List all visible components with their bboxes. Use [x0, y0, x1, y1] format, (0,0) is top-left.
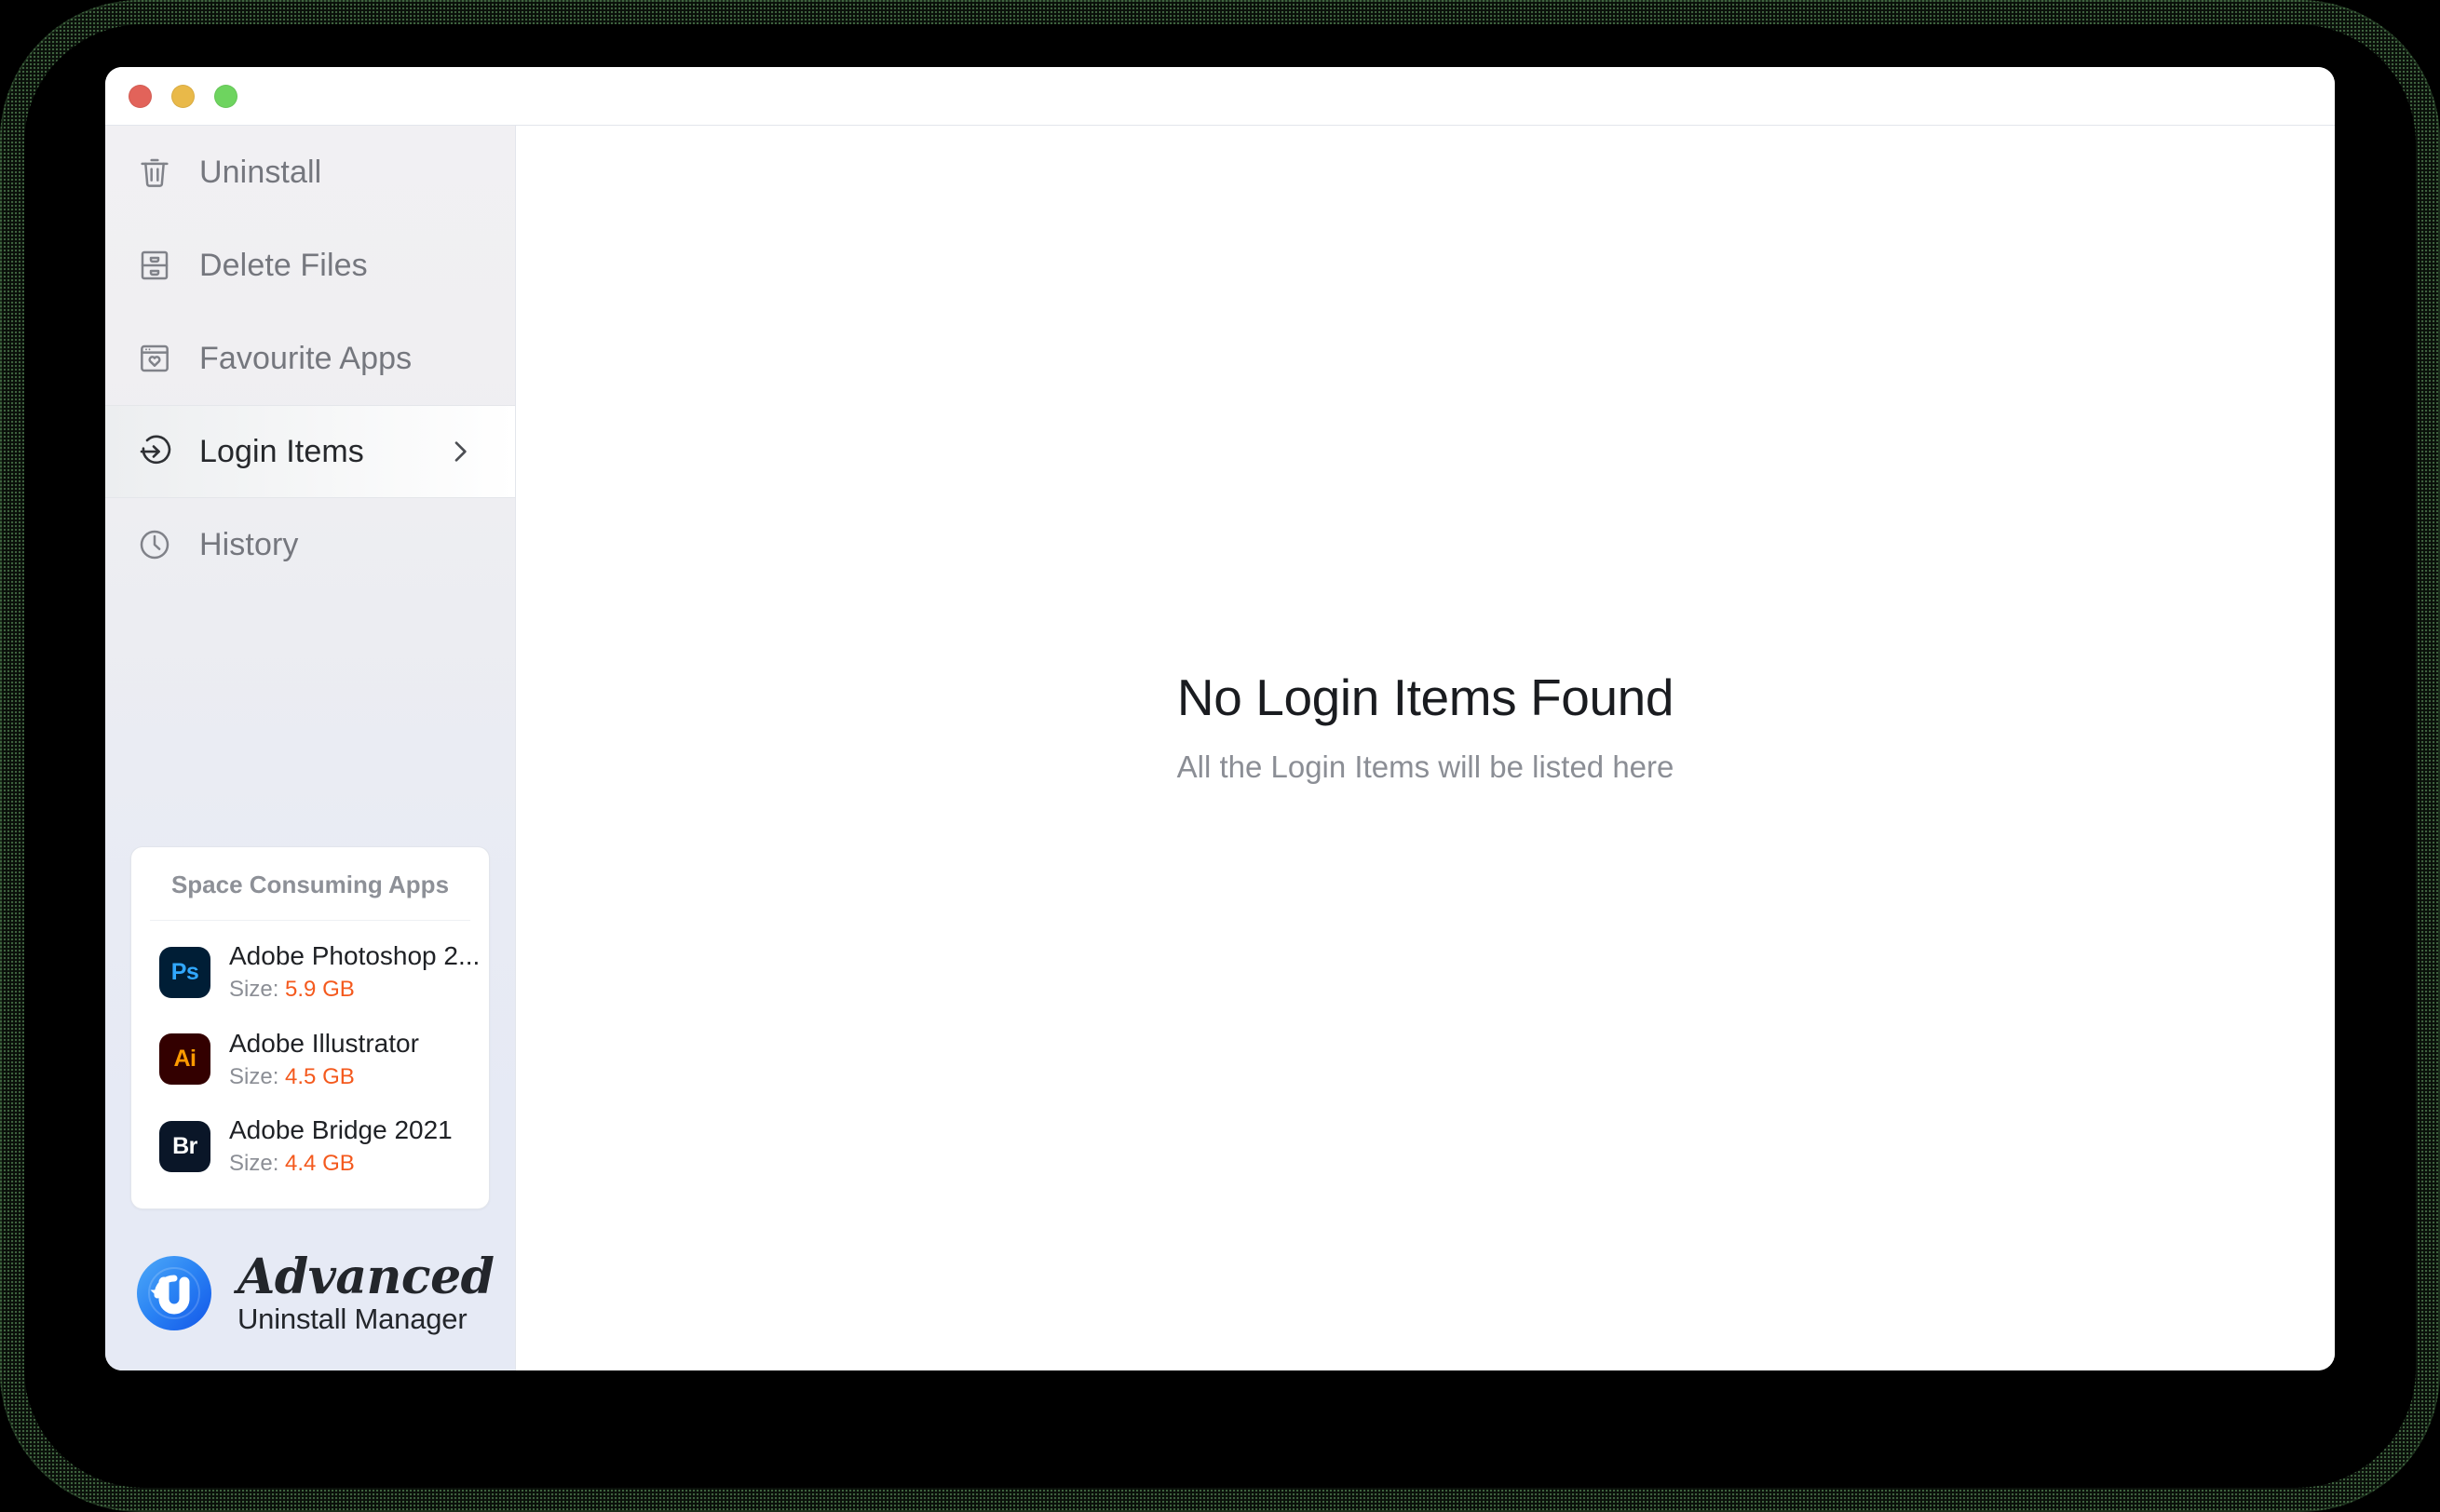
minimize-window-button[interactable]	[171, 84, 195, 108]
sidebar-item-favourite-apps[interactable]: Favourite Apps	[105, 312, 515, 405]
zoom-window-button[interactable]	[214, 84, 237, 108]
brand-subtitle: Uninstall Manager	[237, 1302, 468, 1335]
size-value: 4.4 GB	[285, 1151, 355, 1177]
app-size: Size: 4.5 GB	[229, 1064, 419, 1091]
photoshop-icon: Ps	[159, 946, 210, 998]
sidebar-item-label: Login Items	[199, 433, 364, 469]
main-content: No Login Items Found All the Login Items…	[516, 126, 2335, 1370]
app-size: Size: 4.4 GB	[229, 1151, 453, 1178]
size-label: Size:	[229, 977, 279, 1003]
sidebar-item-label: Delete Files	[199, 247, 368, 283]
app-name: Adobe Illustrator	[229, 1028, 419, 1058]
chevron-right-icon	[445, 437, 475, 466]
app-window: Uninstall Delete Files Favourite Apps Lo…	[105, 67, 2335, 1370]
sidebar-item-history[interactable]: History	[105, 498, 515, 591]
size-value: 4.5 GB	[285, 1063, 355, 1089]
sign-in-icon	[130, 427, 179, 476]
sidebar-item-delete-files[interactable]: Delete Files	[105, 219, 515, 312]
app-size: Size: 5.9 GB	[229, 977, 480, 1004]
illustrator-icon: Ai	[159, 1033, 210, 1086]
list-item[interactable]: Br Adobe Bridge 2021 Size: 4.4 GB	[131, 1102, 489, 1190]
space-consuming-apps-title: Space Consuming Apps	[150, 847, 470, 922]
space-consuming-apps-list: Ps Adobe Photoshop 2... Size: 5.9 GB Ai	[131, 921, 489, 1208]
sidebar-item-label: Favourite Apps	[199, 340, 413, 376]
app-meta: Adobe Illustrator Size: 4.5 GB	[229, 1028, 419, 1091]
empty-state: No Login Items Found All the Login Items…	[1177, 667, 1674, 786]
window-titlebar	[105, 67, 2335, 126]
desktop-backdrop: Uninstall Delete Files Favourite Apps Lo…	[0, 0, 2440, 1512]
traffic-light-group	[129, 84, 237, 108]
sidebar-item-label: Uninstall	[199, 154, 322, 190]
sidebar-nav: Uninstall Delete Files Favourite Apps Lo…	[105, 126, 515, 591]
sidebar-item-uninstall[interactable]: Uninstall	[105, 126, 515, 219]
window-body: Uninstall Delete Files Favourite Apps Lo…	[105, 126, 2335, 1370]
size-label: Size:	[229, 1151, 279, 1177]
window-heart-icon	[130, 334, 179, 383]
app-name: Adobe Bridge 2021	[229, 1115, 453, 1145]
brand-text: Advanced Uninstall Manager	[237, 1252, 495, 1335]
space-consuming-apps-card: Space Consuming Apps Ps Adobe Photoshop …	[130, 846, 490, 1209]
close-window-button[interactable]	[129, 84, 152, 108]
brand-title: Advanced	[237, 1248, 495, 1305]
list-item[interactable]: Ai Adobe Illustrator Size: 4.5 GB	[131, 1016, 489, 1103]
list-item[interactable]: Ps Adobe Photoshop 2... Size: 5.9 GB	[131, 928, 489, 1016]
advanced-uninstall-manager-logo-icon	[133, 1252, 215, 1334]
file-cabinet-icon	[130, 241, 179, 290]
app-meta: Adobe Photoshop 2... Size: 5.9 GB	[229, 940, 480, 1004]
empty-state-title: No Login Items Found	[1176, 668, 1674, 726]
empty-state-subtitle: All the Login Items will be listed here	[1176, 749, 1674, 784]
trash-icon	[130, 148, 179, 196]
sidebar-item-label: History	[199, 526, 299, 562]
sidebar-item-login-items[interactable]: Login Items	[105, 405, 515, 498]
bridge-icon: Br	[159, 1120, 210, 1172]
app-name: Adobe Photoshop 2...	[229, 941, 481, 971]
app-meta: Adobe Bridge 2021 Size: 4.4 GB	[229, 1114, 453, 1178]
sidebar: Uninstall Delete Files Favourite Apps Lo…	[105, 126, 516, 1370]
size-label: Size:	[229, 1063, 279, 1089]
clock-icon	[130, 520, 179, 569]
size-value: 5.9 GB	[285, 977, 355, 1003]
brand-footer: Advanced Uninstall Manager	[105, 1209, 515, 1370]
